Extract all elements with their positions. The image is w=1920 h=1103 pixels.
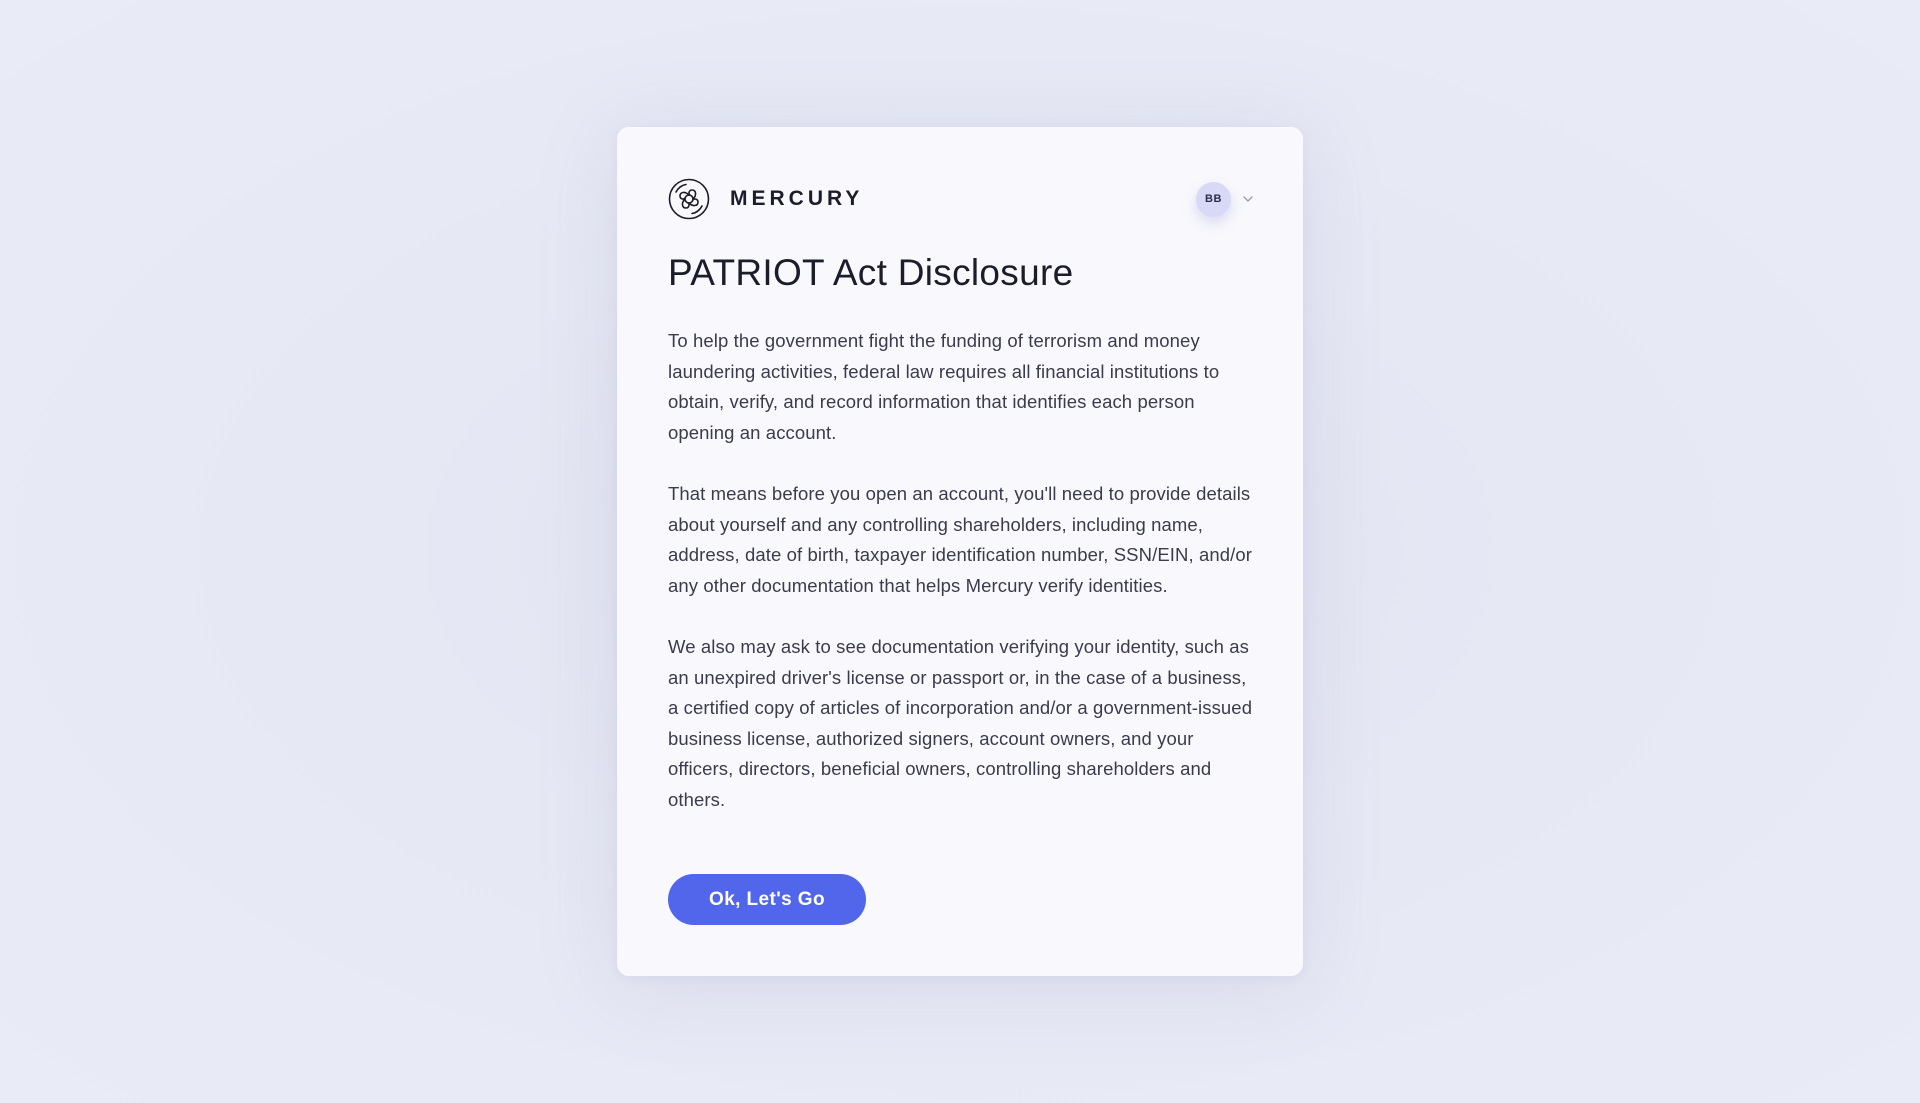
disclosure-paragraph: To help the government fight the funding… [668, 330, 1220, 443]
chevron-down-icon[interactable] [1241, 192, 1255, 206]
disclosure-body: To help the government fight the funding… [668, 326, 1253, 815]
avatar[interactable]: BB [1196, 181, 1231, 217]
mercury-logo-icon [668, 178, 710, 220]
brand-name: MERCURY [730, 187, 864, 210]
disclosure-card: MERCURY BB PATRIOT Act Disclosure To hel… [617, 127, 1303, 976]
account-menu[interactable]: BB [1196, 181, 1255, 217]
disclosure-paragraph: We also may ask to see documentation ver… [668, 636, 1253, 810]
page-background: MERCURY BB PATRIOT Act Disclosure To hel… [0, 0, 1920, 1103]
disclosure-paragraph: That means before you open an account, y… [668, 483, 1252, 596]
ok-lets-go-button[interactable]: Ok, Let's Go [668, 874, 866, 925]
card-header: MERCURY BB [668, 177, 1253, 221]
page-title: PATRIOT Act Disclosure [668, 252, 1074, 293]
brand: MERCURY [668, 178, 863, 220]
